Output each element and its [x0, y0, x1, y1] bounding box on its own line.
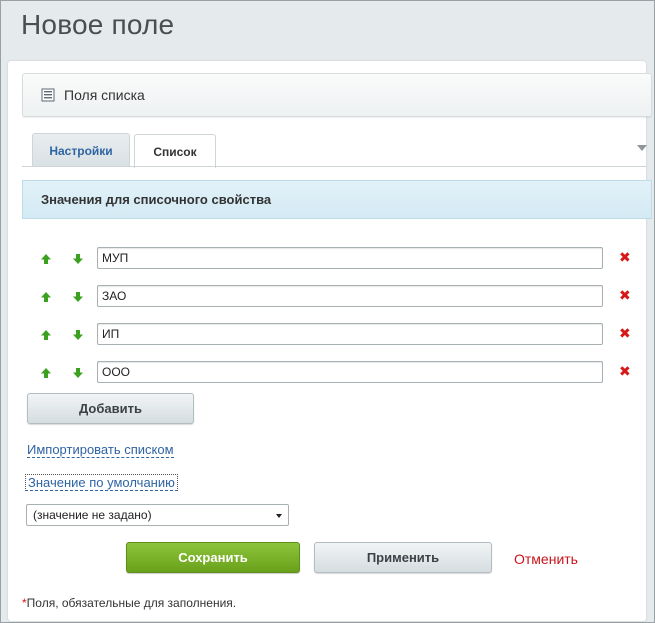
list-item: ✖ — [36, 361, 646, 385]
required-fields-note: *Поля, обязательные для заполнения. — [22, 596, 236, 610]
default-value-select[interactable]: (значение не задано) — [26, 504, 289, 526]
form-panel: Поля списка Настройки Список Значения дл… — [8, 61, 652, 621]
section-header: Значения для списочного свойства — [22, 180, 652, 219]
arrow-down-icon[interactable] — [72, 291, 84, 303]
list-item: ✖ — [36, 323, 646, 347]
chevron-down-icon[interactable] — [637, 145, 647, 151]
delete-icon[interactable]: ✖ — [619, 364, 631, 378]
tabs-divider — [22, 166, 646, 167]
arrow-up-icon[interactable] — [40, 253, 52, 265]
arrow-down-icon[interactable] — [72, 367, 84, 379]
value-input[interactable] — [97, 285, 603, 307]
value-input[interactable] — [97, 323, 603, 345]
arrow-down-icon[interactable] — [72, 253, 84, 265]
value-input[interactable] — [97, 361, 603, 383]
list-item: ✖ — [36, 285, 646, 309]
default-value-selected: (значение не задано) — [33, 508, 152, 522]
required-note-text: Поля, обязательные для заполнения. — [26, 596, 237, 610]
arrow-down-icon[interactable] — [72, 329, 84, 341]
cancel-link[interactable]: Отменить — [514, 551, 578, 567]
apply-button[interactable]: Применить — [314, 542, 492, 573]
arrow-up-icon[interactable] — [40, 367, 52, 379]
add-button[interactable]: Добавить — [27, 393, 194, 424]
tab-list[interactable]: Список — [134, 134, 216, 168]
delete-icon[interactable]: ✖ — [619, 288, 631, 302]
arrow-up-icon[interactable] — [40, 329, 52, 341]
arrow-up-icon[interactable] — [40, 291, 52, 303]
list-item: ✖ — [36, 247, 646, 271]
tab-bar: Настройки Список — [32, 133, 220, 168]
list-icon — [41, 88, 55, 102]
import-list-link[interactable]: Импортировать списком — [27, 442, 174, 458]
tab-settings[interactable]: Настройки — [32, 133, 130, 167]
delete-icon[interactable]: ✖ — [619, 326, 631, 340]
delete-icon[interactable]: ✖ — [619, 250, 631, 264]
default-value-link[interactable]: Значение по умолчанию — [25, 474, 178, 491]
list-fields-button[interactable]: Поля списка — [22, 73, 652, 117]
chevron-down-icon — [276, 514, 282, 518]
page-title: Новое поле — [21, 9, 175, 40]
save-button[interactable]: Сохранить — [126, 542, 300, 573]
value-input[interactable] — [97, 247, 603, 269]
list-fields-label: Поля списка — [64, 87, 145, 103]
